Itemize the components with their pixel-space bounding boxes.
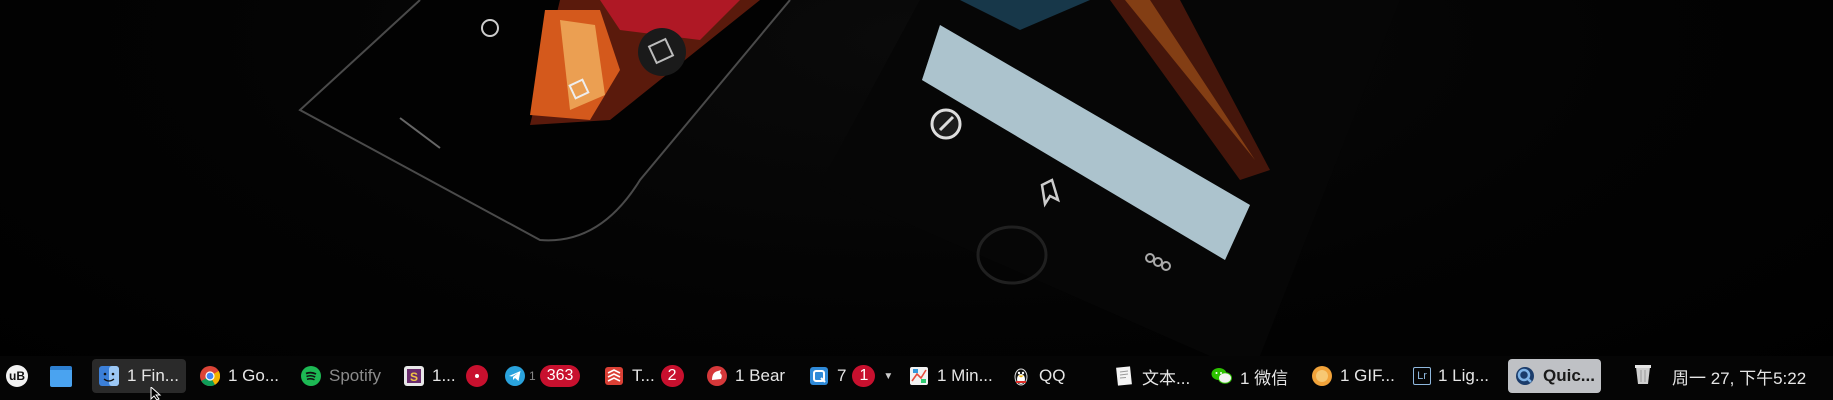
notification-count-badge: 1 [852,365,876,387]
chevron-down-icon[interactable]: ▼ [883,371,893,382]
qq-penguin-icon [1010,365,1032,387]
wallpaper-phones-image [298,0,1400,356]
bear-icon [706,365,728,387]
todoist-icon [603,365,625,387]
clock-text: 周一 27, 下午5:22 [1672,368,1807,388]
trash-button[interactable] [1628,359,1658,393]
unread-count-badge: 363 [539,365,581,387]
taskbar: uB 1 Fin... 1 Go... Spotify S 1... 1 363… [0,356,1833,400]
launcher-button[interactable]: uB [0,359,34,393]
notification-dot-badge [465,365,488,387]
taskbar-item-wechat[interactable]: 1 微信 [1205,359,1294,393]
taskbar-item-mindnode[interactable]: 1 Min... [902,359,999,393]
telegram-count-prefix: 1 [529,369,536,383]
taskbar-item-label: Spotify [329,366,381,385]
wechat-icon [1211,365,1233,387]
textedit-icon [1113,365,1135,387]
folder-icon [50,365,72,387]
mindnode-icon [908,365,930,387]
files-button[interactable] [44,359,78,393]
taskbar-item-label: 1 GIF... [1340,366,1395,385]
trash-icon [1634,363,1652,390]
taskbar-item-finder[interactable]: 1 Fin... [92,359,186,393]
taskbar-item-label: 1 Go... [228,366,280,385]
taskbar-item-label: QQ [1039,366,1066,385]
taskbar-item-label: 1 Fin... [127,366,179,385]
wallpaper-right-phone [820,0,1400,356]
spotify-icon [300,365,322,387]
taskbar-item-gif-brewery[interactable]: 1 GIF... [1305,359,1401,393]
gif-brewery-icon [1311,365,1333,387]
quicktime-icon [1514,365,1536,387]
taskbar-item-textedit[interactable]: 文本... [1107,359,1196,393]
qq-browser-icon [808,365,830,387]
lightroom-icon: Lr [1413,367,1431,385]
chrome-icon [199,365,221,387]
svg-text:S: S [410,370,418,384]
taskbar-item-label: 7 [837,366,847,385]
taskbar-item-label: T... [632,366,655,385]
taskbar-item-telegram[interactable]: 1 363 [498,359,586,393]
system-clock[interactable]: 周一 27, 下午5:22 [1672,359,1806,393]
taskbar-item-label: 1 微信 [1240,368,1289,388]
taskbar-item-quicktime[interactable]: Quic... [1508,359,1601,393]
taskbar-item-label: 1 Min... [937,366,993,385]
finder-icon [98,365,120,387]
ub-launcher-icon: uB [6,365,28,387]
taskbar-item-bear[interactable]: 1 Bear [700,359,791,393]
taskbar-item-todoist[interactable]: T... 2 [597,359,690,393]
taskbar-item-lightroom[interactable]: Lr 1 Lig... [1407,359,1495,393]
mouse-cursor-icon [150,387,162,400]
taskbar-item-chrome[interactable]: 1 Go... [193,359,285,393]
wallpaper-left-phone [298,0,791,242]
taskbar-item-label: 1 Lig... [1438,366,1490,385]
taskbar-item-qq-browser[interactable]: 7 1 ▼ [802,359,899,393]
taskbar-item-label: 文本... [1142,368,1191,388]
taskbar-item-label: 1 Bear [735,366,786,385]
taskbar-item-label: Quic... [1543,366,1595,385]
telegram-icon [504,365,526,387]
taskbar-item-spotify[interactable]: Spotify [294,359,387,393]
slack-icon: S [403,365,425,387]
notification-count-badge: 2 [660,365,684,387]
taskbar-item-slack[interactable]: S 1... [397,359,494,393]
desktop: uB 1 Fin... 1 Go... Spotify S 1... 1 363… [0,0,1833,400]
taskbar-item-label: 1... [432,366,456,385]
taskbar-item-qq[interactable]: QQ [1004,359,1071,393]
